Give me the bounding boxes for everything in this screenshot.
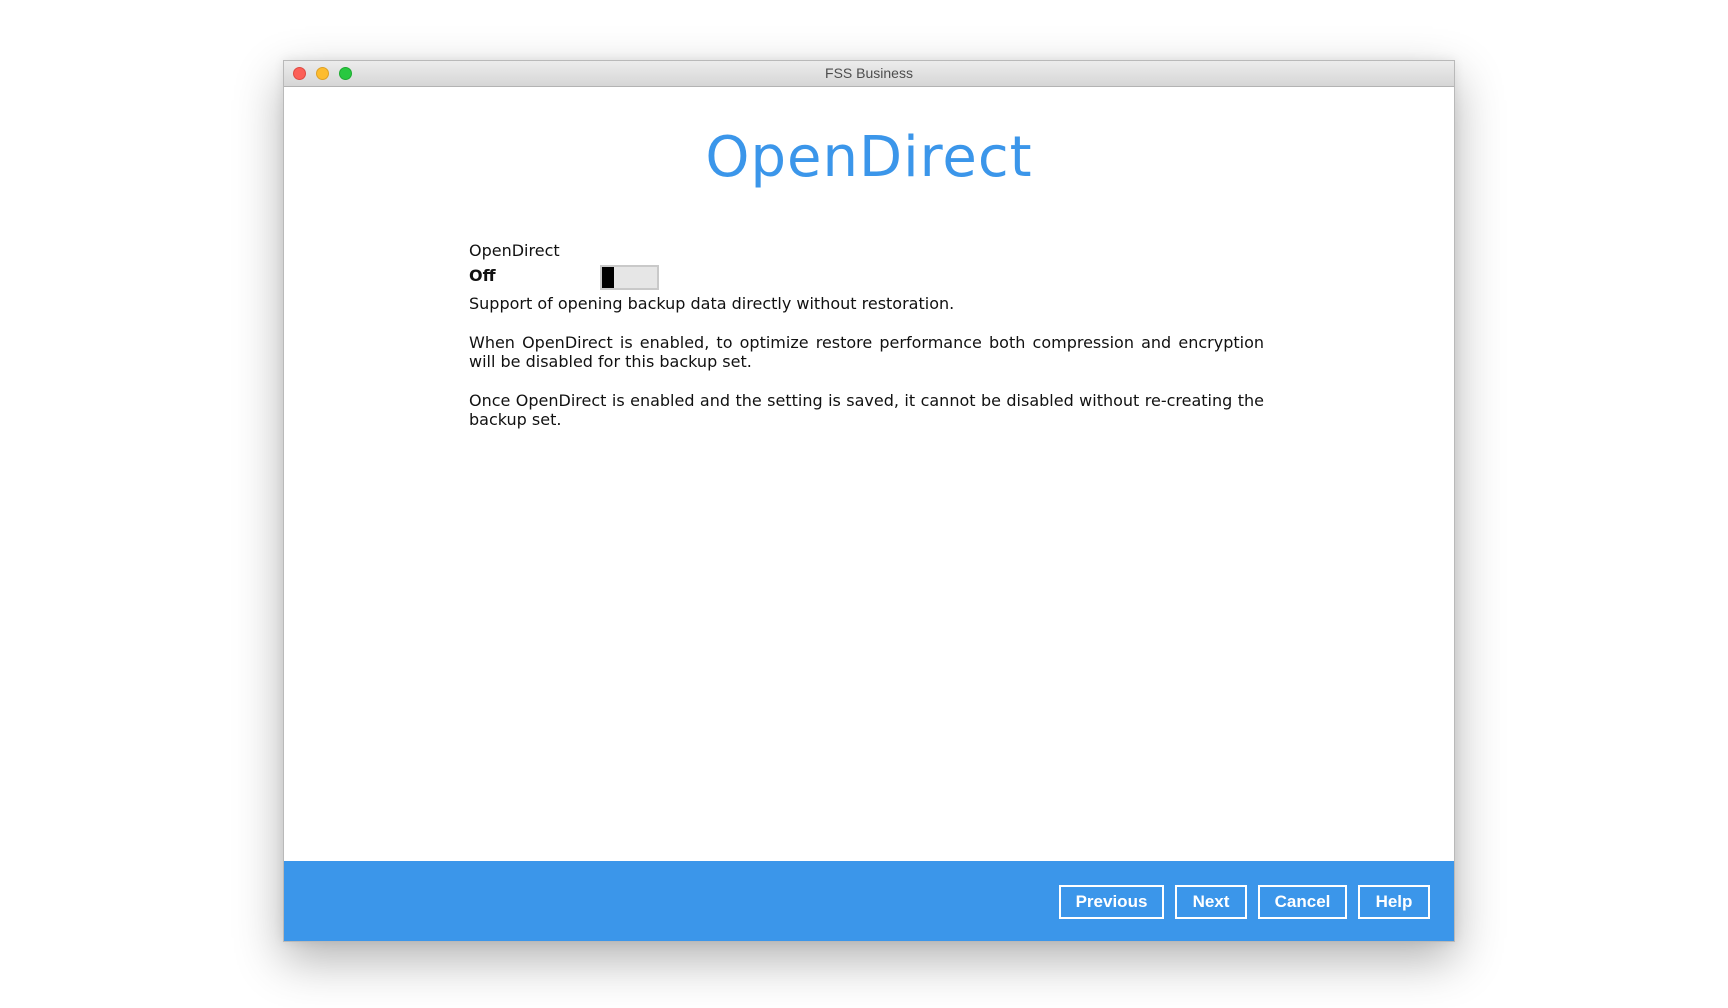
wizard-footer: Previous Next Cancel Help [284,861,1454,941]
title-bar: FSS Business [284,61,1454,87]
toggle-state-text: Off [469,266,496,285]
opendirect-setting-section: OpenDirect Off Support of opening backup… [469,241,1264,429]
description-enabled-warning: When OpenDirect is enabled, to optimize … [469,333,1264,371]
description-support: Support of opening backup data directly … [469,294,955,313]
next-button[interactable]: Next [1175,885,1247,919]
previous-button[interactable]: Previous [1059,885,1164,919]
app-window: FSS Business OpenDirect OpenDirect Off S… [283,60,1455,942]
main-content: OpenDirect OpenDirect Off Support of ope… [284,87,1454,861]
toggle-row: Off [469,261,1264,291]
cancel-button[interactable]: Cancel [1258,885,1347,919]
description-cannot-disable: Once OpenDirect is enabled and the setti… [469,391,1264,429]
page-title: OpenDirect [705,125,1033,190]
opendirect-setting-label: OpenDirect [469,241,560,260]
help-button[interactable]: Help [1358,885,1430,919]
window-title: FSS Business [825,65,913,81]
opendirect-toggle[interactable] [600,265,659,290]
toggle-knob[interactable] [602,267,614,288]
